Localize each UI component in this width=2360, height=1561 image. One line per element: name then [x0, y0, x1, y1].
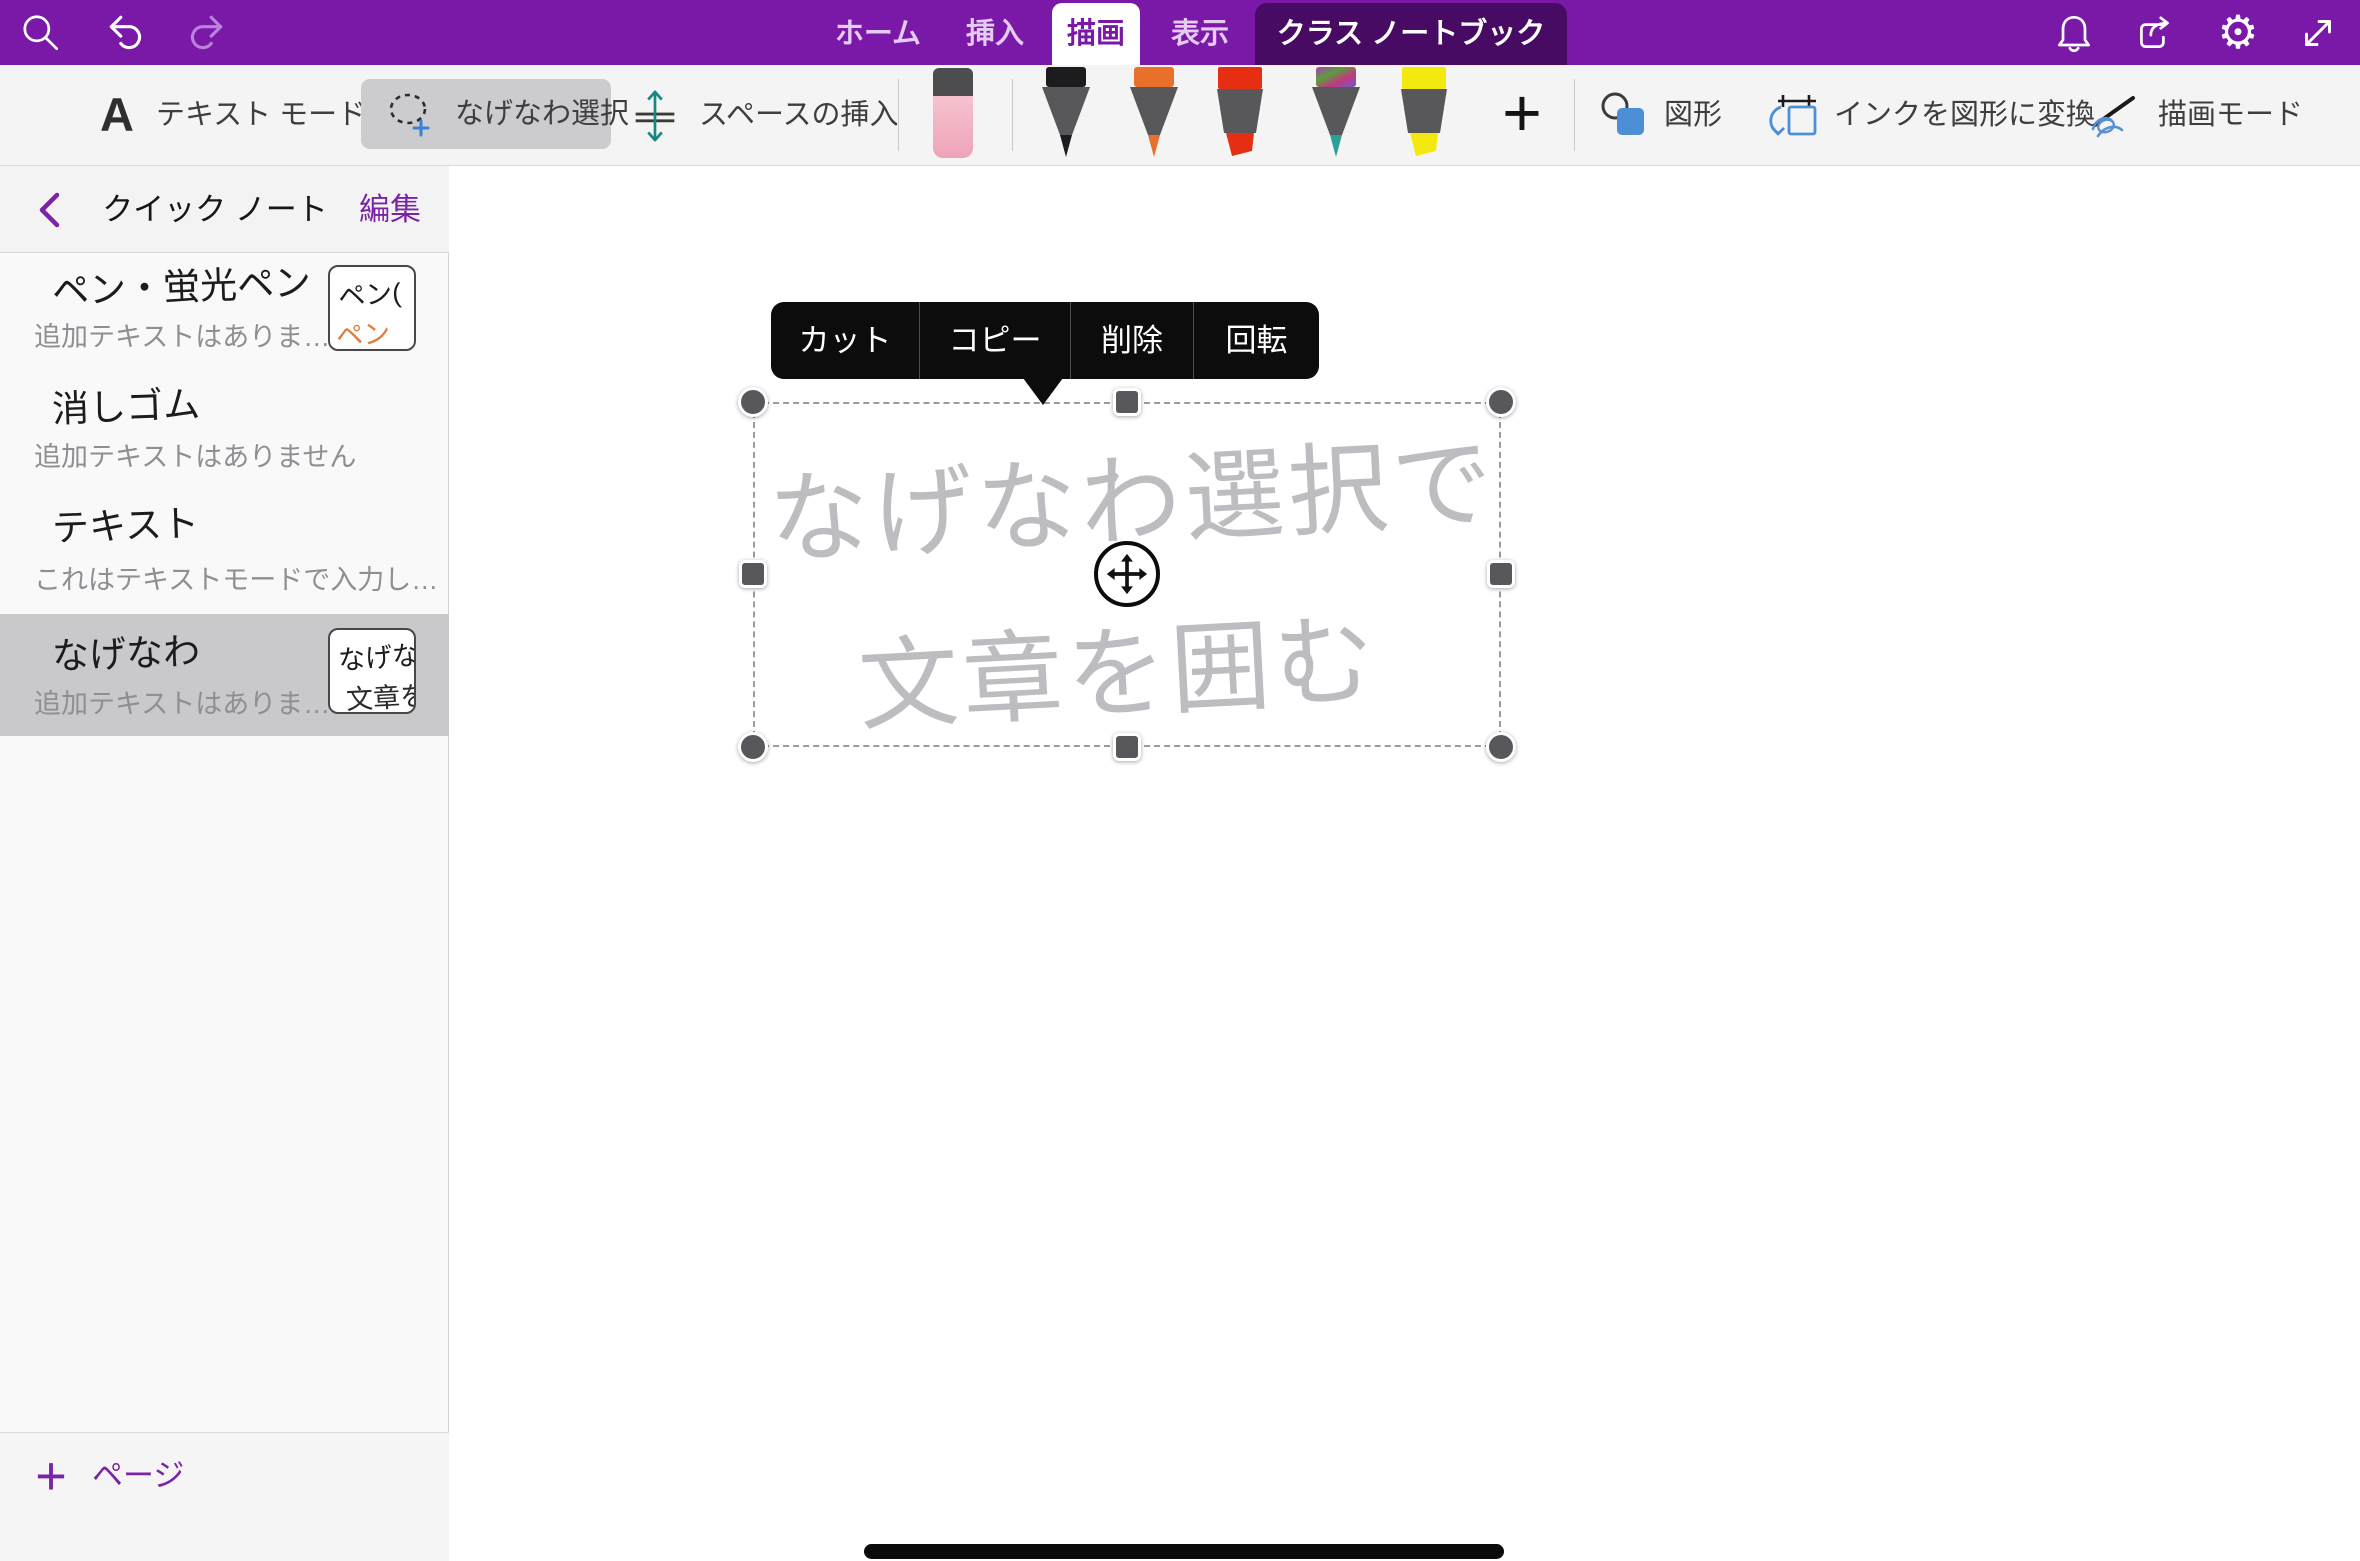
lasso-select-button[interactable]: なげなわ選択: [361, 79, 611, 149]
add-page-plus-icon[interactable]: +: [26, 1441, 76, 1511]
sidebar-header: クイック ノート 編集: [0, 166, 449, 253]
share-icon[interactable]: [2132, 10, 2178, 56]
selection-handle-top-left[interactable]: [738, 387, 768, 417]
edit-button[interactable]: 編集: [359, 166, 421, 253]
shapes-icon: [1600, 91, 1650, 139]
page-subtitle: 追加テキストはありま…: [34, 682, 330, 721]
redo-icon[interactable]: [183, 10, 229, 56]
selection-handle-right[interactable]: [1487, 560, 1515, 588]
titlebar: ホーム 挿入 描画 表示 クラス ノートブック ⚙: [0, 0, 2360, 65]
tab-home[interactable]: ホーム: [833, 3, 923, 65]
selection-handle-left[interactable]: [739, 560, 767, 588]
page-list-sidebar: クイック ノート 編集 ペン・蛍光ペン 追加テキストはありま… ペン( ペン 消…: [0, 166, 449, 1561]
notifications-icon[interactable]: [2051, 10, 2097, 56]
page-thumbnail: なげな 文章を: [328, 628, 416, 714]
lasso-label: なげなわ選択: [455, 79, 629, 149]
move-selection-handle[interactable]: [1094, 541, 1160, 607]
page-thumbnail: ペン( ペン: [328, 265, 416, 351]
tab-draw[interactable]: 描画: [1052, 3, 1140, 65]
lasso-icon: [383, 88, 437, 142]
galaxy-pen-tool[interactable]: [1310, 67, 1362, 159]
eraser-tool[interactable]: [933, 68, 973, 158]
rotate-menu-item[interactable]: 回転: [1193, 302, 1319, 379]
insert-space-button[interactable]: スペースの挿入: [699, 65, 899, 165]
draw-mode-icon: [2085, 91, 2143, 143]
selection-handle-top[interactable]: [1113, 388, 1141, 416]
ink-to-shape-button[interactable]: インクを図形に変換: [1834, 65, 2095, 165]
back-chevron-icon[interactable]: [36, 191, 62, 229]
yellow-highlighter-tool[interactable]: [1398, 67, 1450, 159]
orange-pen-tool[interactable]: [1128, 67, 1180, 159]
undo-icon[interactable]: [103, 10, 149, 56]
page-title: なげなわ: [51, 621, 201, 680]
thumb-ink: 文章を: [345, 674, 416, 714]
home-indicator[interactable]: [864, 1544, 1504, 1559]
toolbar-divider: [1574, 79, 1575, 151]
onenote-draw-screen: ホーム 挿入 描画 表示 クラス ノートブック ⚙: [0, 0, 2360, 1561]
text-mode-button[interactable]: テキスト モード: [156, 65, 366, 165]
draw-toolbar: A テキスト モード なげなわ選択 スペースの挿入: [0, 65, 2360, 166]
selection-context-menu: カット コピー 削除 回転: [771, 302, 1319, 379]
context-menu-pointer: [1023, 378, 1063, 405]
selection-handle-bottom[interactable]: [1113, 733, 1141, 761]
thumb-ink: なげな: [337, 633, 416, 678]
settings-icon[interactable]: ⚙: [2212, 2, 2264, 62]
red-highlighter-tool[interactable]: [1214, 67, 1266, 159]
draw-mode-button[interactable]: 描画モード: [2158, 65, 2303, 165]
copy-menu-item[interactable]: コピー: [919, 302, 1070, 379]
search-icon[interactable]: [18, 10, 64, 56]
thumb-ink: ペン(: [337, 271, 403, 314]
page-row-eraser[interactable]: 消しゴム 追加テキストはありません: [0, 371, 449, 490]
tab-class-notebook[interactable]: クラス ノートブック: [1255, 3, 1567, 65]
delete-menu-item[interactable]: 削除: [1070, 302, 1193, 379]
toolbar-divider: [1012, 79, 1013, 151]
shapes-button[interactable]: 図形: [1664, 65, 1722, 165]
page-title: ペン・蛍光ペン: [51, 252, 312, 315]
page-subtitle: 追加テキストはありま…: [34, 315, 330, 354]
insert-space-icon: [627, 87, 683, 145]
black-pen-tool[interactable]: [1040, 67, 1092, 159]
add-pen-button[interactable]: +: [1487, 65, 1557, 165]
tab-insert[interactable]: 挿入: [955, 3, 1035, 65]
add-page-button[interactable]: ページ: [92, 1433, 184, 1519]
page-subtitle: 追加テキストはありません: [34, 435, 356, 474]
toolbar-divider: [898, 79, 899, 151]
page-title: 消しゴム: [51, 374, 201, 433]
tab-view[interactable]: 表示: [1160, 3, 1240, 65]
page-row-lasso[interactable]: なげなわ 追加テキストはありま… なげな 文章を: [0, 614, 449, 736]
note-canvas[interactable]: [450, 167, 2360, 1561]
selection-handle-bottom-right[interactable]: [1486, 732, 1516, 762]
ink-to-shape-icon: [1762, 91, 1822, 145]
thumb-ink: ペン: [335, 312, 391, 351]
cut-menu-item[interactable]: カット: [771, 302, 919, 379]
text-mode-icon: A: [100, 65, 134, 165]
page-row-text[interactable]: テキスト これはテキストモードで入力し…: [0, 490, 449, 614]
notebook-title: クイック ノート: [100, 166, 330, 253]
selection-handle-bottom-left[interactable]: [738, 732, 768, 762]
page-title: テキスト: [51, 493, 200, 552]
page-row-pen[interactable]: ペン・蛍光ペン 追加テキストはありま… ペン( ペン: [0, 253, 449, 371]
sidebar-footer: + ページ: [0, 1432, 449, 1561]
page-subtitle: これはテキストモードで入力し…: [34, 558, 438, 597]
fullscreen-icon[interactable]: [2295, 10, 2341, 56]
selection-handle-top-right[interactable]: [1486, 387, 1516, 417]
